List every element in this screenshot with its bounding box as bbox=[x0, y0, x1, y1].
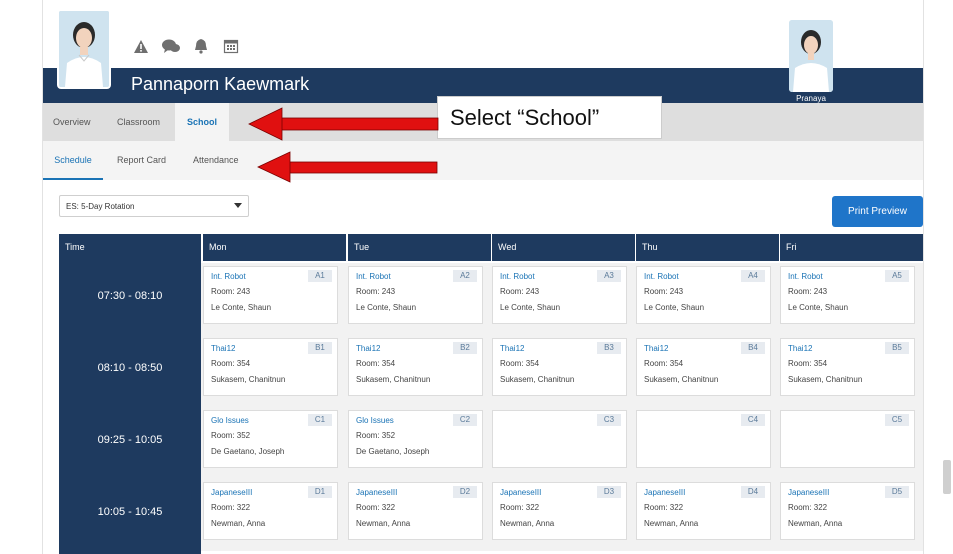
arrow-to-secondary-tabs bbox=[257, 151, 438, 183]
page-scrollbar[interactable] bbox=[943, 460, 951, 494]
annotation-arrows bbox=[248, 107, 439, 183]
arrow-to-school-tab bbox=[248, 107, 439, 141]
